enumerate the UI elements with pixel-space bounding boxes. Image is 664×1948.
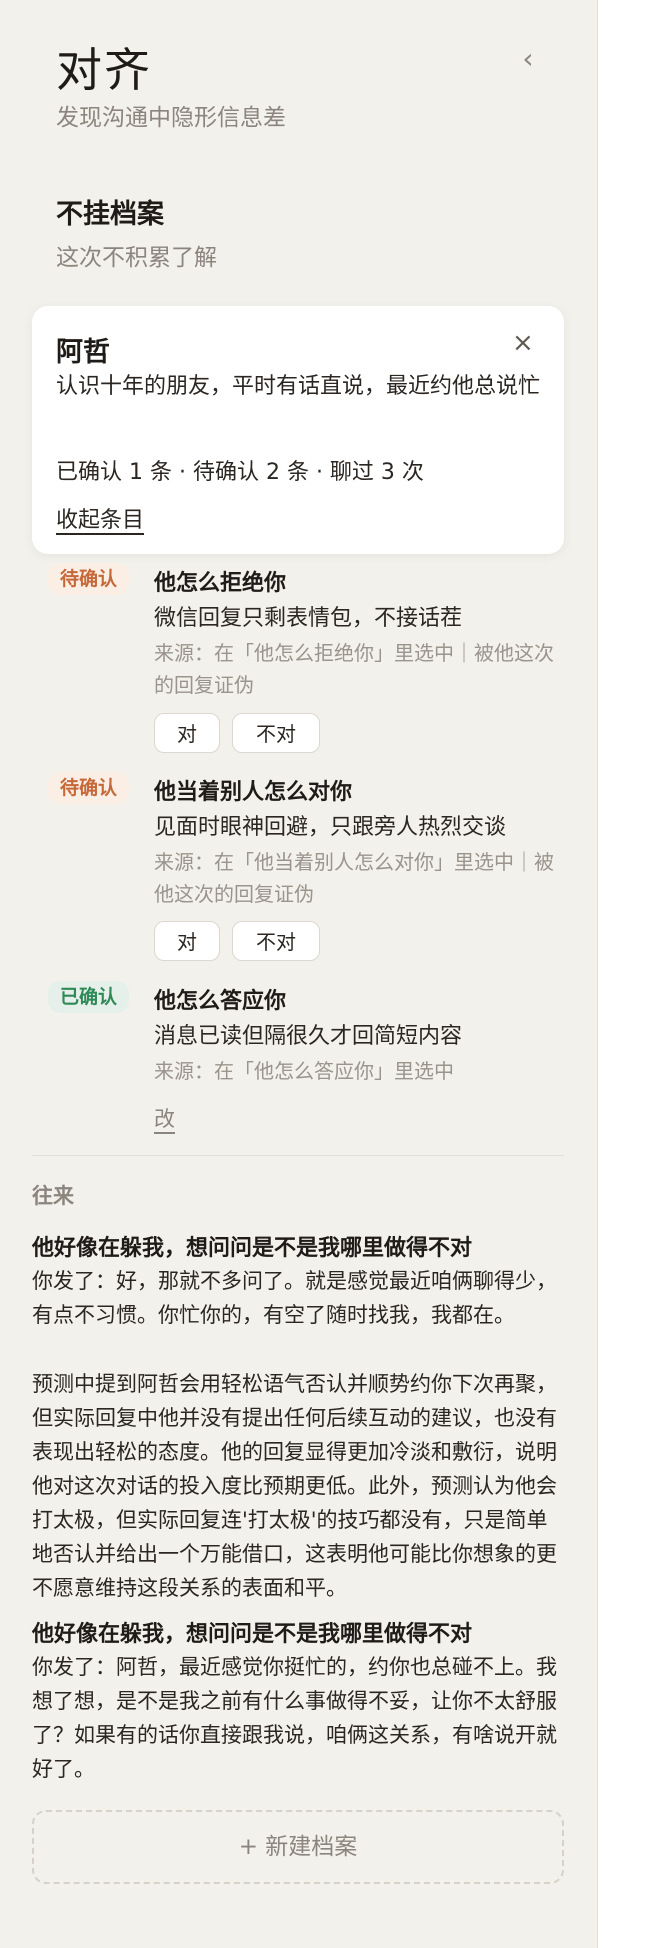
confirm-yes-button[interactable]: 对 <box>154 921 220 961</box>
confirm-no-button[interactable]: 不对 <box>232 921 320 961</box>
app-subtitle: 发现沟通中隐形信息差 <box>56 105 286 131</box>
status-badge: 待确认 <box>48 772 130 804</box>
status-badge: 待确认 <box>48 563 130 595</box>
item-title: 他怎么答应你 <box>154 989 287 1014</box>
profile-card: 阿哲 × 认识十年的朋友，平时有话直说，最近约他总说忙 已确认 1 条 · 待确… <box>32 306 564 554</box>
history-label: 往来 <box>32 1184 74 1208</box>
profile-stats: 已确认 1 条 · 待确认 2 条 · 聊过 3 次 <box>56 460 424 485</box>
item-detail: 消息已读但隔很久才回简短内容 <box>154 1024 463 1049</box>
item-detail: 见面时眼神回避，只跟旁人热烈交谈 <box>154 815 507 840</box>
history-entry-message: 你发了：好，那就不多问了。就是感觉最近咱俩聊得少，有点不习惯。你忙你的，有空了随… <box>32 1269 557 1327</box>
profile-name: 阿哲 <box>56 337 110 368</box>
history-entry-message: 你发了：阿哲，最近感觉你挺忙的，约你也总碰不上。我想了想，是不是我之前有什么事做… <box>32 1655 557 1781</box>
chevron-left-icon[interactable]: ‹ <box>516 44 540 74</box>
item-title: 他怎么拒绝你 <box>154 571 287 596</box>
no-profile-title[interactable]: 不挂档案 <box>56 192 164 231</box>
status-badge: 已确认 <box>48 981 130 1013</box>
item-source: 来源：在「他当着别人怎么对你」里选中｜被他这次的回复证伪 <box>154 850 554 906</box>
app-title: 对齐 <box>56 43 152 97</box>
item-source: 来源：在「他怎么答应你」里选中 <box>154 1059 454 1083</box>
edit-link[interactable]: 改 <box>154 1103 175 1133</box>
history-entry-title[interactable]: 他好像在躲我，想问问是不是我哪里做得不对 <box>32 1230 568 1262</box>
profile-description: 认识十年的朋友，平时有话直说，最近约他总说忙 <box>56 374 541 399</box>
history-entry-analysis: 预测中提到阿哲会用轻松语气否认并顺势约你下次再聚，但实际回复中他并没有提出任何后… <box>32 1372 557 1600</box>
item-title: 他当着别人怎么对你 <box>154 780 353 805</box>
collapse-items-link[interactable]: 收起条目 <box>56 502 144 534</box>
divider <box>32 1155 564 1156</box>
item-detail: 微信回复只剩表情包，不接话茬 <box>154 606 463 631</box>
close-icon[interactable]: × <box>512 328 534 358</box>
no-profile-subtitle: 这次不积累了解 <box>56 245 217 271</box>
confirm-yes-button[interactable]: 对 <box>154 713 220 753</box>
confirm-no-button[interactable]: 不对 <box>232 713 320 753</box>
item-source: 来源：在「他怎么拒绝你」里选中｜被他这次的回复证伪 <box>154 641 554 697</box>
history-entry-title[interactable]: 他好像在躲我，想问问是不是我哪里做得不对 <box>32 1616 568 1648</box>
sidebar-panel: 对齐 发现沟通中隐形信息差 ‹ 不挂档案 这次不积累了解 阿哲 × 认识十年的朋… <box>0 0 598 1948</box>
new-profile-button[interactable]: + 新建档案 <box>32 1810 564 1884</box>
